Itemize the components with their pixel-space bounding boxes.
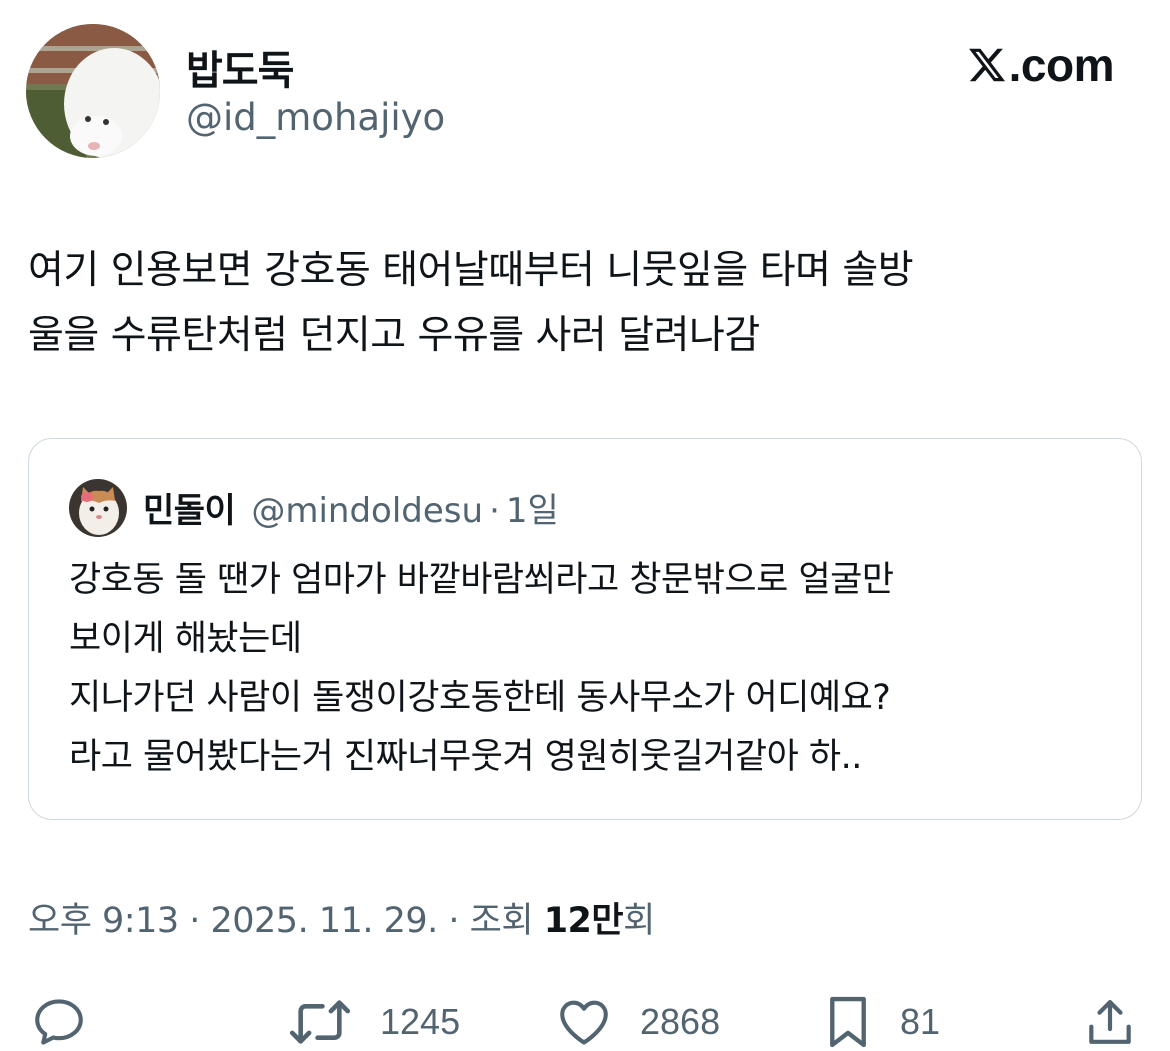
- retweet-count: 1245: [380, 1001, 461, 1042]
- quote-header: 민돌이 @mindoldesu · 1일: [143, 483, 559, 532]
- quote-separator: ·: [489, 491, 500, 531]
- quote-author-avatar: [69, 479, 127, 537]
- author-handle[interactable]: @id_mohajiyo: [186, 96, 445, 139]
- tweet-text: 여기 인용보면 강호동 태어날때부터 니뭇잎을 타며 솔방 울을 수류탄처럼 던…: [28, 238, 1138, 368]
- action-bar: 1245 2868 81: [0, 992, 1170, 1051]
- bookmark-count: 81: [900, 1001, 941, 1042]
- brand-text: .com: [1008, 39, 1115, 91]
- bookmark-icon: [830, 996, 866, 1048]
- bookmark-button[interactable]: 81: [822, 992, 940, 1051]
- reply-icon: [35, 999, 83, 1045]
- views-count: 12만: [543, 901, 624, 941]
- quote-timestamp[interactable]: 1일: [506, 483, 559, 532]
- quote-text-line: 강호동 돌 땐가 엄마가 바깥바람쐬라고 창문밖으로 얼굴만: [69, 560, 894, 600]
- author-display-name[interactable]: 밥도둑: [186, 38, 294, 96]
- retweet-button[interactable]: 1245: [286, 992, 460, 1051]
- views-suffix: 회: [623, 901, 655, 941]
- author-avatar[interactable]: [26, 24, 160, 158]
- x-com-brand: .com: [967, 38, 1115, 92]
- quote-author-name[interactable]: 민돌이: [143, 483, 236, 532]
- quote-author-handle[interactable]: @mindoldesu: [251, 491, 483, 531]
- quote-text-line: 라고 물어봤다는거 진짜너무웃겨 영원히웃길거같아 하..: [69, 737, 862, 777]
- like-button[interactable]: 2868: [554, 992, 720, 1051]
- quote-text: 강호동 돌 땐가 엄마가 바깥바람쐬라고 창문밖으로 얼굴만 보이게 해놨는데 …: [69, 551, 1119, 787]
- retweet-icon: [289, 1000, 351, 1044]
- reply-button[interactable]: [30, 992, 88, 1051]
- heart-icon: [560, 1000, 608, 1045]
- x-logo-icon: [968, 48, 1005, 82]
- share-button[interactable]: [1082, 992, 1138, 1051]
- quote-text-line: 지나가던 사람이 돌쟁이강호동한테 동사무소가 어디예요?: [69, 678, 891, 718]
- tweet-page: 밥도둑 @id_mohajiyo .com 여기 인용보면 강호동 태어날때부터…: [0, 0, 1170, 1051]
- quote-text-line: 보이게 해놨는데: [69, 619, 302, 659]
- share-icon: [1089, 1000, 1131, 1044]
- like-count: 2868: [640, 1001, 721, 1042]
- tweet-text-line: 여기 인용보면 강호동 태어날때부터 니뭇잎을 타며 솔방: [28, 248, 914, 293]
- tweet-meta: 오후 9:13 · 2025. 11. 29. · 조회 12만회: [28, 892, 655, 943]
- tweet-text-line: 울을 수류탄처럼 던지고 우유를 사러 달려나감: [28, 313, 760, 358]
- cat-avatar-icon: [69, 479, 127, 537]
- white-puppy-avatar-icon: [26, 24, 160, 158]
- quoted-tweet-card[interactable]: 민돌이 @mindoldesu · 1일 강호동 돌 땐가 엄마가 바깥바람쐬라…: [28, 438, 1142, 820]
- tweet-timestamp[interactable]: 오후 9:13 · 2025. 11. 29. · 조회: [28, 901, 544, 941]
